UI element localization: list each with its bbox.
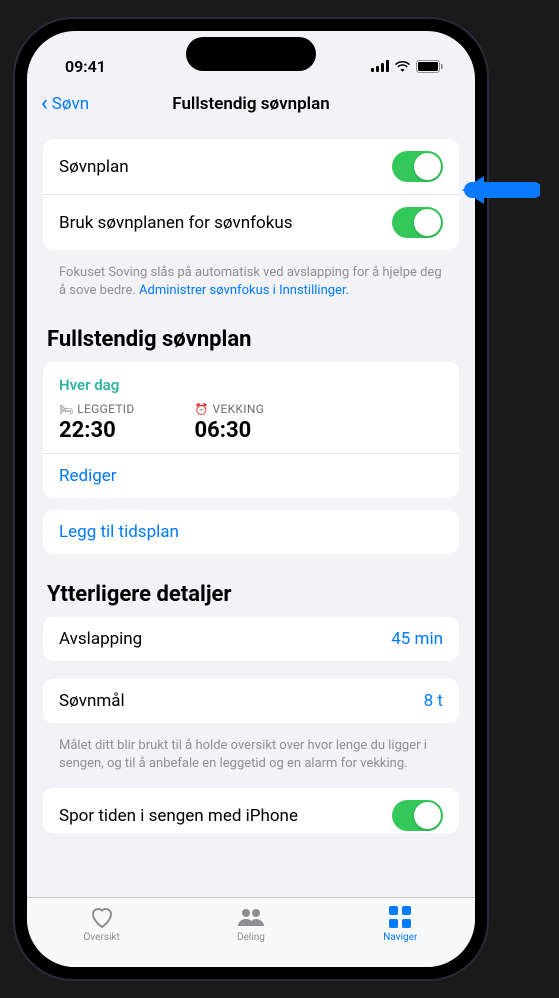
bedtime-label: LEGGETID [77, 402, 134, 416]
status-indicators [371, 60, 443, 73]
alarm-icon: ⏰ [195, 403, 209, 416]
grid-icon [389, 904, 411, 930]
schedule-card: Hver dag 🛏 LEGGETID 22:30 ⏰ [43, 362, 459, 498]
phone-frame: 09:41 ‹ Søvn Fullstendig søvnplan Søvnpl… [15, 19, 487, 979]
sleep-schedule-row: Søvnplan [43, 139, 459, 194]
wake-label-row: ⏰ VEKKING [195, 402, 265, 416]
bedtime-label-row: 🛏 LEGGETID [59, 402, 135, 416]
tab-sharing-label: Deling [237, 932, 265, 943]
focus-footer-text: Fokuset Soving slås på automatisk ved av… [43, 258, 459, 315]
chevron-left-icon: ‹ [41, 93, 48, 115]
back-button[interactable]: ‹ Søvn [41, 93, 89, 115]
sleep-goal-label: Søvnmål [59, 691, 125, 711]
additional-details-header: Ytterligere detaljer [43, 562, 459, 617]
sleep-goal-row[interactable]: Søvnmål 8 t [43, 679, 459, 723]
schedule-main: Hver dag 🛏 LEGGETID 22:30 ⏰ [43, 362, 459, 453]
edit-schedule-button[interactable]: Rediger [43, 453, 459, 498]
sleep-schedule-toggles-card: Søvnplan Bruk søvnplanen for søvnfokus [43, 139, 459, 250]
tab-browse[interactable]: Naviger [326, 904, 475, 943]
sleep-schedule-label: Søvnplan [59, 157, 129, 177]
wind-down-label: Avslapping [59, 629, 142, 649]
battery-icon [416, 60, 443, 73]
bedtime-value: 22:30 [59, 418, 135, 443]
track-time-toggle[interactable] [392, 800, 443, 831]
phone-screen: 09:41 ‹ Søvn Fullstendig søvnplan Søvnpl… [27, 31, 475, 967]
tab-summary[interactable]: Oversikt [27, 904, 176, 943]
track-time-card: Spor tiden i sengen med iPhone [43, 788, 459, 833]
every-day-label: Hver dag [59, 376, 443, 394]
cellular-icon [371, 60, 389, 72]
use-for-focus-label: Bruk søvnplanen for søvnfokus [59, 213, 293, 233]
wifi-icon [394, 60, 411, 72]
use-for-focus-toggle[interactable] [392, 207, 443, 238]
tab-bar: Oversikt Deling Naviger [27, 897, 475, 967]
full-schedule-header: Fullstendig søvnplan [43, 315, 459, 362]
manage-focus-link[interactable]: Administrer søvnfokus i Innstillinger. [139, 283, 349, 298]
wake-label: VEKKING [213, 402, 265, 416]
dynamic-island [186, 37, 316, 71]
heart-icon [90, 904, 114, 930]
scroll-content[interactable]: Søvnplan Bruk søvnplanen for søvnfokus F… [27, 127, 475, 897]
wind-down-value: 45 min [391, 629, 443, 649]
bed-icon: 🛏 [59, 403, 73, 416]
tab-summary-label: Oversikt [84, 932, 120, 943]
add-schedule-button[interactable]: Legg til tidsplan [43, 510, 459, 554]
status-time: 09:41 [65, 57, 106, 76]
wind-down-row[interactable]: Avslapping 45 min [43, 617, 459, 661]
bedtime-column: 🛏 LEGGETID 22:30 [59, 402, 135, 443]
track-time-row: Spor tiden i sengen med iPhone [43, 788, 459, 833]
back-label: Søvn [52, 94, 89, 114]
sleep-goal-card: Søvnmål 8 t [43, 679, 459, 723]
sleep-goal-footer: Målet ditt blir brukt til å holde oversi… [43, 731, 459, 788]
use-for-focus-row: Bruk søvnplanen for søvnfokus [43, 194, 459, 250]
wind-down-card: Avslapping 45 min [43, 617, 459, 661]
page-title: Fullstendig søvnplan [172, 94, 329, 114]
sleep-goal-value: 8 t [424, 691, 443, 711]
add-schedule-card: Legg til tidsplan [43, 510, 459, 554]
navigation-bar: ‹ Søvn Fullstendig søvnplan [27, 83, 475, 127]
tab-browse-label: Naviger [383, 932, 417, 943]
tab-sharing[interactable]: Deling [176, 904, 325, 943]
sleep-schedule-toggle[interactable] [392, 151, 443, 182]
people-icon [237, 904, 265, 930]
wake-column: ⏰ VEKKING 06:30 [195, 402, 265, 443]
wake-value: 06:30 [195, 418, 265, 443]
annotation-arrow [462, 170, 540, 210]
track-time-label: Spor tiden i sengen med iPhone [59, 806, 298, 826]
time-columns: 🛏 LEGGETID 22:30 ⏰ VEKKING 06:30 [59, 402, 443, 443]
